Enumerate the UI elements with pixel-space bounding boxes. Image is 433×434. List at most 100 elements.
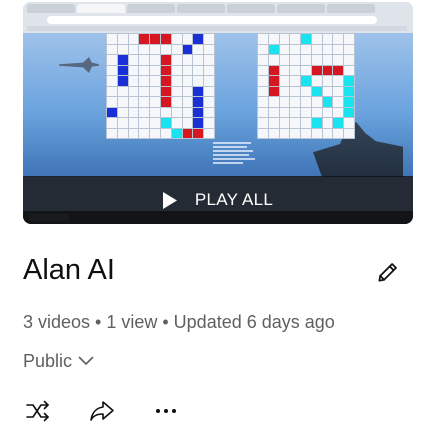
grid-cell-filled — [182, 128, 193, 138]
grid-cell — [290, 107, 301, 117]
grid-cell — [279, 76, 290, 86]
grid-cell — [301, 86, 311, 96]
grid-cell — [193, 65, 204, 75]
grid-cell — [171, 86, 182, 96]
grid-cell — [150, 65, 160, 75]
grid-cell — [171, 34, 182, 44]
grid-cell-filled — [139, 34, 150, 44]
grid-cell-filled — [161, 65, 171, 75]
grid-cell — [311, 107, 322, 117]
chevron-down-icon — [78, 356, 94, 365]
grid-cell-filled — [161, 118, 171, 128]
grid-cell — [139, 86, 150, 96]
grid-cell-filled — [311, 118, 322, 128]
share-icon — [90, 401, 114, 421]
battleship-grid-left — [106, 33, 215, 139]
grid-cell — [344, 44, 354, 54]
grid-cell — [301, 55, 311, 65]
grid-cell — [139, 107, 150, 117]
grid-cell — [322, 107, 333, 117]
battleship-grid-right — [257, 33, 355, 139]
grid-cell-filled — [193, 107, 204, 117]
grid-cell — [301, 65, 311, 75]
shuffle-button[interactable] — [23, 395, 53, 427]
grid-cell — [322, 44, 333, 54]
grid-cell — [290, 118, 301, 128]
grid-cell — [128, 118, 139, 128]
grid-cell — [344, 65, 354, 75]
grid-cell — [279, 107, 290, 117]
grid-cell-filled — [322, 65, 333, 75]
privacy-label: Public — [23, 350, 73, 371]
share-button[interactable] — [87, 395, 117, 427]
grid-cell — [171, 97, 182, 107]
grid-cell — [279, 65, 290, 75]
grid-cell — [182, 118, 193, 128]
play-all-label: PLAY ALL — [194, 190, 274, 209]
grid-cell — [311, 34, 322, 44]
privacy-dropdown[interactable]: Public — [23, 348, 94, 374]
grid-cell — [171, 118, 182, 128]
grid-cell — [333, 128, 344, 138]
grid-cell — [333, 86, 344, 96]
grid-cell — [344, 34, 354, 44]
grid-cell — [128, 107, 139, 117]
grid-cell — [171, 55, 182, 65]
grid-cell — [107, 76, 117, 86]
grid-cell — [117, 118, 128, 128]
grid-cell — [107, 34, 117, 44]
grid-cell — [204, 128, 214, 138]
grid-cell — [139, 128, 150, 138]
grid-cell — [279, 128, 290, 138]
playlist-header: PLAY ALL Alan AI 3 videos • 1 view • Upd… — [0, 0, 433, 434]
grid-cell — [258, 44, 268, 54]
grid-cell-filled — [344, 76, 354, 86]
grid-cell — [258, 34, 268, 44]
grid-cell-filled — [268, 86, 279, 96]
grid-cell — [311, 44, 322, 54]
grid-cell — [258, 86, 268, 96]
grid-cell — [204, 97, 214, 107]
thumbnail-log-lines — [213, 142, 273, 166]
grid-cell — [128, 76, 139, 86]
grid-cell — [279, 44, 290, 54]
grid-cell — [322, 55, 333, 65]
grid-cell — [150, 76, 160, 86]
grid-cell-filled — [268, 65, 279, 75]
edit-title-button[interactable] — [371, 255, 405, 289]
grid-cell-filled — [117, 65, 128, 75]
grid-cell — [107, 44, 117, 54]
grid-cell — [322, 86, 333, 96]
grid-cell — [193, 44, 204, 54]
grid-cell — [204, 107, 214, 117]
more-actions-button[interactable] — [151, 395, 181, 427]
grid-cell — [268, 97, 279, 107]
grid-cell — [161, 107, 171, 117]
grid-cell — [182, 97, 193, 107]
grid-cell — [117, 34, 128, 44]
playlist-title: Alan AI — [23, 254, 115, 286]
grid-cell — [128, 97, 139, 107]
grid-cell — [117, 86, 128, 96]
grid-cell — [344, 55, 354, 65]
grid-cell — [171, 44, 182, 54]
grid-cell — [171, 76, 182, 86]
play-all-button[interactable]: PLAY ALL — [23, 176, 413, 224]
grid-cell — [161, 44, 171, 54]
grid-cell — [268, 118, 279, 128]
grid-cell — [204, 44, 214, 54]
grid-cell — [182, 107, 193, 117]
grid-cell — [150, 55, 160, 65]
shuffle-icon — [26, 400, 49, 422]
grid-cell-filled — [333, 118, 344, 128]
grid-cell — [344, 128, 354, 138]
grid-cell-filled — [344, 107, 354, 117]
grid-cell — [279, 34, 290, 44]
grid-cell — [117, 128, 128, 138]
grid-cell — [301, 107, 311, 117]
grid-cell-filled — [322, 97, 333, 107]
grid-cell — [290, 76, 301, 86]
grid-cell — [258, 128, 268, 138]
grid-cell — [107, 86, 117, 96]
playlist-thumbnail[interactable]: PLAY ALL — [23, 2, 413, 224]
